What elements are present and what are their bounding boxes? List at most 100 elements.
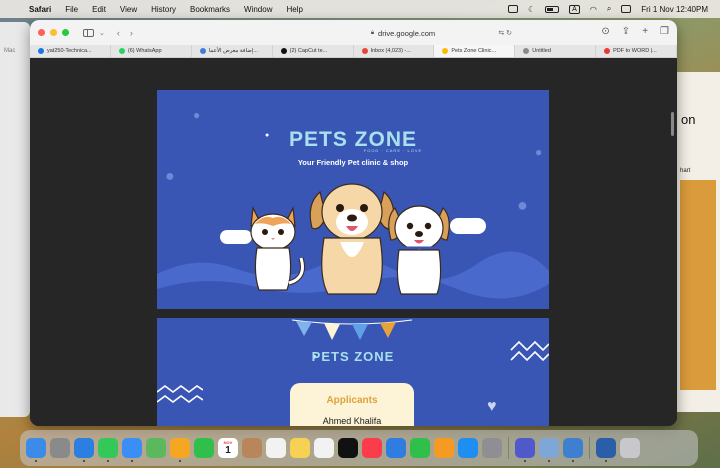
menu-help[interactable]: Help bbox=[279, 5, 309, 14]
zoom-window-button[interactable] bbox=[62, 29, 69, 36]
slide-tagline: Your Friendly Pet clinic & shop bbox=[297, 158, 409, 167]
menubar-clock[interactable]: Fri 1 Nov 12:40PM bbox=[641, 5, 708, 14]
notes-app-icon[interactable] bbox=[290, 438, 310, 458]
tab-favicon-icon bbox=[442, 48, 449, 54]
camera-status-icon[interactable] bbox=[507, 5, 518, 13]
browser-tab[interactable]: (2) CapCut te... bbox=[273, 45, 354, 57]
new-tab-icon[interactable]: + bbox=[642, 26, 648, 37]
wifi-icon[interactable]: ◠ bbox=[590, 5, 597, 14]
teams-app-icon[interactable] bbox=[515, 438, 535, 462]
tab-label: (6) WhatsApp bbox=[127, 48, 162, 54]
chevron-down-icon[interactable]: ⌄ bbox=[99, 29, 105, 37]
background-window-right-strip bbox=[680, 180, 716, 390]
cartoon-puppy-illustration bbox=[388, 205, 450, 295]
minimize-window-button[interactable] bbox=[50, 29, 57, 36]
zigzag-decoration bbox=[157, 385, 203, 403]
share-icon[interactable]: ⇪ bbox=[622, 26, 630, 37]
tab-label: yat250-Technica... bbox=[47, 48, 92, 54]
scrollbar-thumb[interactable] bbox=[671, 112, 674, 136]
tab-label: (2) CapCut te... bbox=[289, 48, 328, 54]
pages-app-icon[interactable] bbox=[434, 438, 454, 458]
sidebar-toggle-icon[interactable] bbox=[83, 28, 94, 37]
photos-app-icon[interactable] bbox=[170, 438, 190, 462]
tv-app-icon[interactable] bbox=[338, 438, 358, 458]
background-window-right-text: on bbox=[681, 112, 696, 127]
browser-tab[interactable]: PDF to WORD |... bbox=[596, 45, 677, 57]
downloads-icon[interactable]: ⊙ bbox=[601, 26, 609, 37]
url-text[interactable]: drive.google.com bbox=[378, 29, 435, 38]
browser-tab[interactable]: Inbox (4,023) -... bbox=[354, 45, 435, 57]
close-window-button[interactable] bbox=[38, 29, 45, 36]
browser-tab[interactable]: إضافة معرض الأعما... bbox=[192, 45, 273, 57]
lock-icon: 🔒︎ bbox=[370, 29, 375, 36]
numbers-app-icon[interactable] bbox=[410, 438, 430, 458]
tab-favicon-icon bbox=[199, 48, 206, 54]
trash-app-icon[interactable] bbox=[620, 438, 640, 458]
menu-bookmarks[interactable]: Bookmarks bbox=[183, 5, 237, 14]
music-app-icon[interactable] bbox=[362, 438, 382, 458]
menu-bar: Safari File Edit View History Bookmarks … bbox=[0, 0, 720, 18]
tab-favicon-icon bbox=[361, 48, 368, 54]
forward-arrow-icon[interactable]: › bbox=[130, 28, 133, 38]
running-indicator bbox=[605, 460, 607, 462]
menu-view[interactable]: View bbox=[113, 5, 144, 14]
dock: NOV 1 bbox=[20, 430, 698, 466]
tab-overview-icon[interactable]: ❐ bbox=[660, 26, 669, 37]
reminders-app-icon[interactable] bbox=[266, 438, 286, 458]
browser-tab[interactable]: yat250-Technica... bbox=[30, 45, 111, 57]
remote-desktop-app-icon[interactable] bbox=[596, 438, 616, 462]
tab-label: PDF to WORD |... bbox=[613, 48, 657, 54]
cloud-shape bbox=[450, 218, 486, 234]
paw-print-icon: ● bbox=[165, 168, 175, 185]
tab-label: إضافة معرض الأعما... bbox=[208, 48, 258, 54]
address-bar[interactable]: 🔒︎ drive.google.com ⇆ ↻ bbox=[288, 26, 518, 40]
calendar-day-label: 1 bbox=[225, 445, 231, 456]
background-window-right-small-text: hart bbox=[680, 168, 691, 174]
running-indicator bbox=[131, 460, 133, 462]
menu-app-name[interactable]: Safari bbox=[22, 5, 58, 14]
preview-app-icon[interactable] bbox=[539, 438, 559, 462]
keynote-app-icon[interactable] bbox=[386, 438, 406, 458]
safari-app-icon[interactable] bbox=[74, 438, 94, 462]
app-store-app-icon[interactable] bbox=[458, 438, 478, 458]
bunting-flags-decoration bbox=[292, 319, 412, 340]
freeform-app-icon[interactable] bbox=[314, 438, 334, 458]
heart-icon: ♥ bbox=[487, 398, 497, 415]
menu-history[interactable]: History bbox=[144, 5, 183, 14]
screen-sharing-app-icon[interactable] bbox=[563, 438, 583, 462]
back-arrow-icon[interactable]: ‹ bbox=[117, 28, 120, 38]
menu-window[interactable]: Window bbox=[237, 5, 279, 14]
mail-app-icon[interactable] bbox=[122, 438, 142, 462]
applicants-heading: Applicants bbox=[326, 395, 378, 406]
browser-tab[interactable]: Pets Zone Clinic... bbox=[434, 45, 516, 57]
running-indicator bbox=[107, 460, 109, 462]
presentation-slide-applicants: ● PETS ZONE ♥ Applicants Ahmed Khalifa bbox=[157, 318, 549, 426]
translate-reload-icons[interactable]: ⇆ ↻ bbox=[498, 29, 512, 37]
menu-edit[interactable]: Edit bbox=[85, 5, 113, 14]
battery-icon[interactable] bbox=[545, 5, 560, 13]
maps-app-icon[interactable] bbox=[146, 438, 166, 458]
menu-file[interactable]: File bbox=[58, 5, 85, 14]
finder-app-icon[interactable] bbox=[26, 438, 46, 462]
browser-toolbar: ⌄ ‹ › 🔒︎ drive.google.com ⇆ ↻ ⊙ ⇪ + ❐ bbox=[30, 20, 677, 45]
running-indicator bbox=[572, 460, 574, 462]
background-window-left[interactable]: Mac bbox=[0, 22, 30, 417]
safari-window: ⌄ ‹ › 🔒︎ drive.google.com ⇆ ↻ ⊙ ⇪ + ❐ ya… bbox=[30, 20, 677, 426]
tab-favicon-icon bbox=[523, 48, 530, 54]
control-center-icon[interactable] bbox=[621, 5, 632, 13]
calendar-app-icon[interactable]: NOV 1 bbox=[218, 438, 238, 458]
system-settings-app-icon[interactable] bbox=[482, 438, 502, 458]
facetime-app-icon[interactable] bbox=[194, 438, 214, 458]
background-window-right[interactable]: on hart bbox=[676, 72, 720, 412]
browser-tab[interactable]: (6) WhatsApp bbox=[111, 45, 192, 57]
tab-label: Pets Zone Clinic... bbox=[451, 48, 497, 54]
launchpad-app-icon[interactable] bbox=[50, 438, 70, 458]
keyboard-input-icon[interactable]: A bbox=[569, 4, 580, 14]
messages-app-icon[interactable] bbox=[98, 438, 118, 462]
focus-moon-icon[interactable]: ☾ bbox=[528, 5, 535, 14]
spotlight-search-icon[interactable]: ⌕ bbox=[607, 4, 611, 14]
running-indicator bbox=[83, 460, 85, 462]
browser-tab[interactable]: Untitled bbox=[515, 45, 597, 57]
paw-print-icon: ● bbox=[193, 108, 201, 122]
contacts-app-icon[interactable] bbox=[242, 438, 262, 458]
